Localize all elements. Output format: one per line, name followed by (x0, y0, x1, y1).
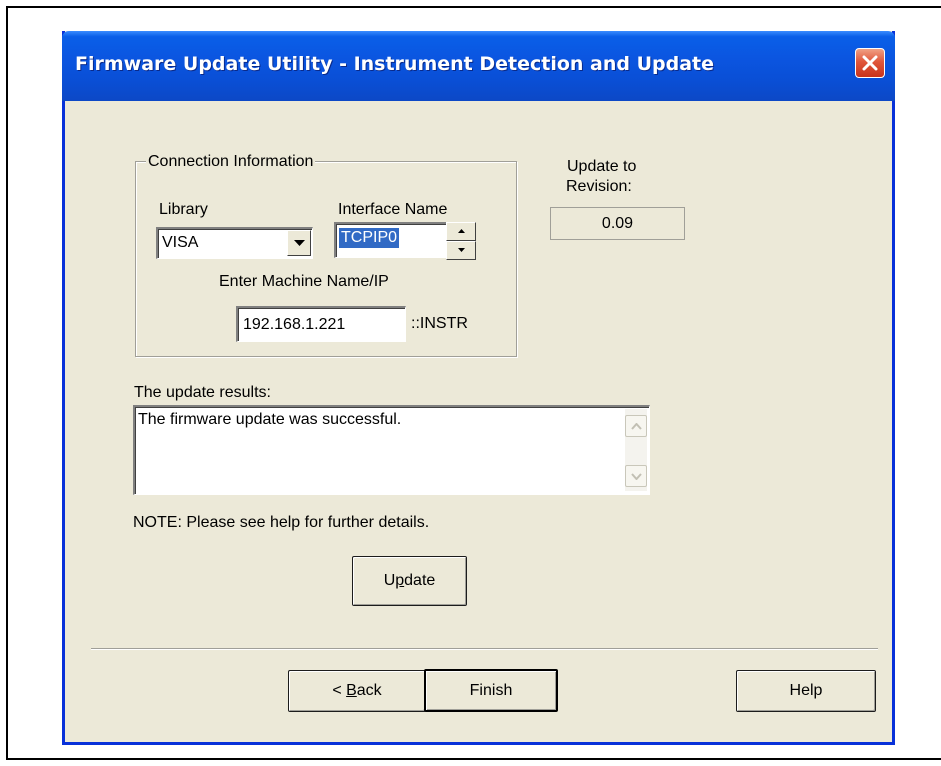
interface-name-field[interactable]: TCPIP0 (334, 222, 447, 258)
finish-button[interactable]: Finish (424, 669, 558, 712)
spin-up-button[interactable] (446, 222, 476, 241)
library-dropdown-button[interactable] (287, 230, 311, 256)
library-select[interactable]: VISA (156, 227, 313, 259)
update-button-label: Update (383, 572, 436, 589)
scroll-down-button[interactable] (625, 465, 647, 487)
revision-value: 0.09 (601, 215, 634, 232)
revision-label-line2: Revision: (566, 178, 632, 195)
library-value: VISA (162, 234, 199, 251)
results-textarea[interactable]: The firmware update was successful. (133, 405, 650, 495)
chevron-up-icon (631, 423, 642, 430)
machine-name-value: 192.168.1.221 (243, 316, 346, 333)
back-button-label: < Back (332, 682, 382, 699)
interface-spinner[interactable] (446, 222, 476, 260)
close-x-icon (862, 55, 878, 71)
revision-value-box: 0.09 (550, 207, 685, 240)
chevron-down-icon (294, 240, 305, 246)
scroll-up-button[interactable] (625, 415, 647, 437)
note-text: NOTE: Please see help for further detail… (133, 514, 430, 531)
machine-name-label: Enter Machine Name/IP (219, 273, 389, 290)
help-button-label: Help (789, 682, 823, 699)
results-scrollbar[interactable] (625, 409, 647, 491)
interface-name-value: TCPIP0 (339, 228, 400, 248)
machine-name-input[interactable]: 192.168.1.221 (236, 306, 406, 342)
close-button[interactable] (855, 48, 885, 78)
instr-suffix: ::INSTR (411, 315, 468, 332)
finish-button-label: Finish (469, 681, 513, 699)
spin-up-icon (458, 229, 465, 233)
results-label: The update results: (134, 384, 271, 401)
back-button[interactable]: < Back (288, 670, 426, 712)
title-bar[interactable]: Firmware Update Utility - Instrument Det… (62, 31, 895, 101)
revision-label-line1: Update to (567, 158, 637, 175)
window-title: Firmware Update Utility - Instrument Det… (75, 53, 715, 75)
library-label: Library (159, 201, 208, 218)
help-button[interactable]: Help (736, 670, 876, 712)
spin-down-button[interactable] (446, 241, 476, 260)
chevron-down-icon (631, 473, 642, 480)
results-text: The firmware update was successful. (138, 411, 402, 428)
button-separator (91, 648, 878, 650)
spin-down-icon (458, 248, 465, 252)
connection-group-label: Connection Information (146, 153, 316, 171)
update-button[interactable]: Update (352, 556, 467, 606)
interface-name-label: Interface Name (338, 201, 448, 218)
